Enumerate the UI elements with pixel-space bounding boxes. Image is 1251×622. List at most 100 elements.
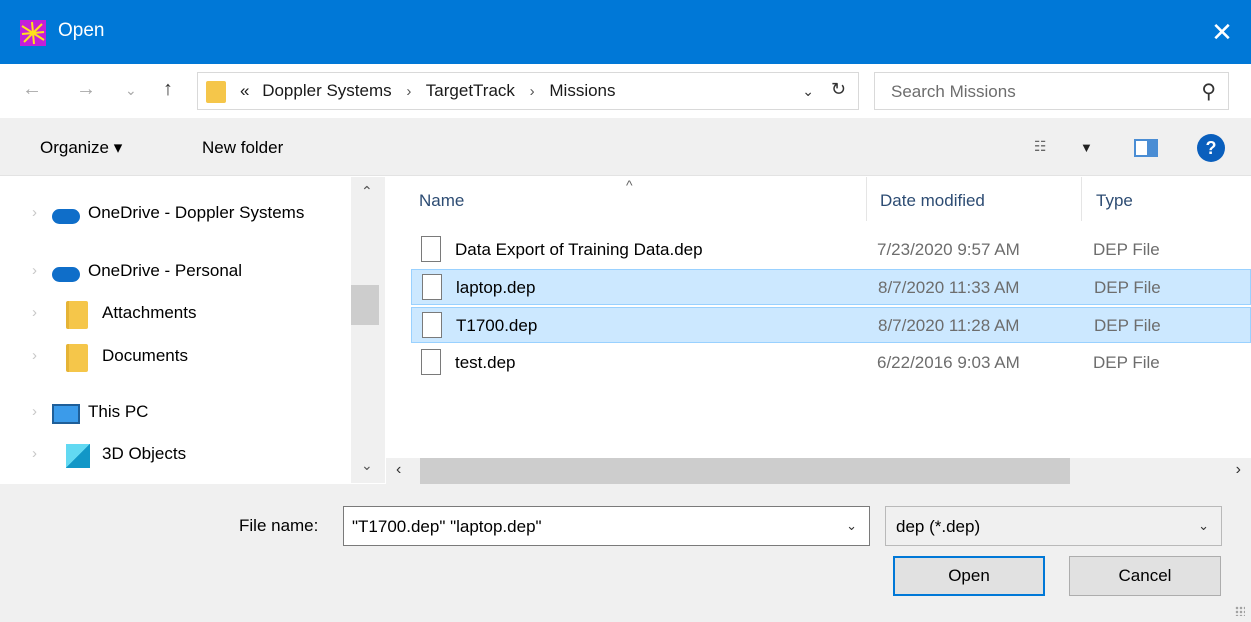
sidebar-item-label: 3D Objects	[102, 444, 187, 463]
chevron-down-icon[interactable]: ⌄	[846, 518, 857, 534]
file-row[interactable]: Data Export of Training Data.dep 7/23/20…	[411, 232, 1251, 268]
file-type: DEP File	[1093, 353, 1160, 372]
refresh-icon[interactable]: ↻	[831, 79, 846, 100]
recent-locations-icon[interactable]: ⌄	[125, 82, 137, 99]
address-row: ← → ⌄ ↑ « Doppler Systems › TargetTrack …	[0, 64, 1251, 118]
sort-ascending-icon: ^	[626, 177, 633, 193]
forward-icon[interactable]: →	[76, 78, 96, 101]
file-icon	[422, 312, 442, 338]
scrollbar-thumb[interactable]	[351, 285, 379, 325]
breadcrumb-separator[interactable]: ›	[406, 83, 411, 100]
sidebar-item-onedrive-doppler[interactable]: › OneDrive - Doppler Systems	[0, 193, 350, 233]
file-name-value: "T1700.dep" "laptop.dep"	[352, 517, 542, 536]
cancel-button[interactable]: Cancel	[1069, 556, 1221, 596]
scroll-left-icon[interactable]: ‹	[396, 461, 401, 479]
cloud-icon	[52, 209, 80, 224]
navigation-pane[interactable]: › OneDrive - Doppler Systems › OneDrive …	[0, 177, 385, 483]
chevron-right-icon[interactable]: ›	[32, 262, 37, 279]
file-row[interactable]: test.dep 6/22/2016 9:03 AM DEP File	[411, 345, 1251, 381]
app-icon	[20, 20, 46, 46]
view-dropdown-icon[interactable]: ▼	[1080, 140, 1093, 155]
address-dropdown-icon[interactable]: ⌄	[802, 83, 814, 100]
file-date: 7/23/2020 9:57 AM	[877, 240, 1020, 259]
file-name: T1700.dep	[456, 316, 538, 335]
scroll-up-icon[interactable]: ⌃	[361, 183, 373, 200]
file-icon	[422, 274, 442, 300]
address-bar[interactable]: « Doppler Systems › TargetTrack › Missio…	[197, 72, 859, 110]
breadcrumb-item[interactable]: TargetTrack	[426, 81, 515, 100]
breadcrumb-overflow[interactable]: «	[240, 81, 249, 100]
scrollbar-thumb[interactable]	[420, 458, 1070, 484]
sidebar-item-3d-objects[interactable]: › 3D Objects	[0, 434, 350, 474]
file-icon	[421, 236, 441, 262]
resize-grip-icon[interactable]	[1235, 606, 1245, 616]
sidebar-item-attachments[interactable]: › Attachments	[0, 293, 350, 333]
file-name: Data Export of Training Data.dep	[455, 240, 703, 259]
file-name-label: File name:	[239, 516, 319, 535]
sidebar-item-this-pc[interactable]: › This PC	[0, 392, 350, 432]
sidebar-item-label: This PC	[88, 402, 149, 421]
folder-icon	[66, 344, 88, 372]
folder-icon	[66, 301, 88, 329]
scroll-down-icon[interactable]: ⌄	[361, 457, 373, 474]
folder-icon	[206, 81, 226, 103]
sidebar-scrollbar[interactable]: ⌃ ⌄	[351, 177, 385, 483]
chevron-right-icon[interactable]: ›	[32, 204, 37, 221]
help-icon[interactable]: ?	[1197, 134, 1225, 162]
sidebar-item-onedrive-personal[interactable]: › OneDrive - Personal	[0, 251, 350, 291]
file-type: DEP File	[1094, 278, 1161, 297]
breadcrumb-item[interactable]: Missions	[549, 81, 615, 100]
view-options-icon[interactable]: ☷	[1034, 138, 1047, 155]
chevron-right-icon[interactable]: ›	[32, 403, 37, 420]
chevron-right-icon[interactable]: ›	[32, 347, 37, 364]
back-icon[interactable]: ←	[22, 78, 42, 101]
file-icon	[421, 349, 441, 375]
cube-icon	[66, 444, 90, 468]
new-folder-button[interactable]: New folder	[202, 138, 283, 158]
search-input[interactable]: Search Missions ⚲	[874, 72, 1229, 110]
column-divider[interactable]	[866, 177, 867, 221]
file-type: DEP File	[1094, 316, 1161, 335]
column-header-name[interactable]: Name	[419, 191, 464, 211]
file-date: 8/7/2020 11:33 AM	[878, 278, 1020, 297]
file-row-selected[interactable]: laptop.dep 8/7/2020 11:33 AM DEP File	[411, 269, 1251, 305]
close-icon[interactable]: ✕	[1193, 0, 1251, 64]
file-list-horizontal-scrollbar[interactable]: ‹ ›	[386, 458, 1251, 484]
preview-pane-icon[interactable]	[1134, 139, 1158, 157]
file-date: 8/7/2020 11:28 AM	[878, 316, 1020, 335]
up-icon[interactable]: ↑	[163, 78, 173, 101]
sidebar-item-label: Documents	[102, 346, 188, 365]
file-type: DEP File	[1093, 240, 1160, 259]
chevron-right-icon[interactable]: ›	[32, 304, 37, 321]
title-bar: Open ✕	[0, 0, 1251, 64]
column-divider[interactable]	[1081, 177, 1082, 221]
file-type-value: dep (*.dep)	[896, 517, 981, 536]
file-name-input[interactable]: "T1700.dep" "laptop.dep" ⌄	[343, 506, 870, 546]
file-type-select[interactable]: dep (*.dep) ⌄	[885, 506, 1222, 546]
chevron-right-icon[interactable]: ›	[32, 445, 37, 462]
open-button[interactable]: Open	[893, 556, 1045, 596]
file-name: test.dep	[455, 353, 516, 372]
column-header-date-modified[interactable]: Date modified	[880, 191, 985, 211]
search-placeholder: Search Missions	[891, 82, 1016, 101]
cloud-icon	[52, 267, 80, 282]
bottom-panel: File name: "T1700.dep" "laptop.dep" ⌄ de…	[0, 484, 1251, 622]
file-date: 6/22/2016 9:03 AM	[877, 353, 1020, 372]
breadcrumb: « Doppler Systems › TargetTrack › Missio…	[240, 81, 616, 101]
organize-button[interactable]: Organize ▾	[40, 138, 122, 158]
sidebar-item-label: Attachments	[102, 303, 197, 322]
file-name: laptop.dep	[456, 278, 536, 297]
search-icon[interactable]: ⚲	[1201, 79, 1216, 104]
chevron-down-icon[interactable]: ⌄	[1198, 518, 1209, 534]
monitor-icon	[52, 404, 80, 424]
breadcrumb-separator[interactable]: ›	[530, 83, 535, 100]
sidebar-item-label: OneDrive - Doppler Systems	[88, 203, 305, 222]
breadcrumb-item[interactable]: Doppler Systems	[262, 81, 391, 100]
toolbar: Organize ▾ New folder ☷ ▼ ?	[0, 118, 1251, 176]
file-row-selected[interactable]: T1700.dep 8/7/2020 11:28 AM DEP File	[411, 307, 1251, 343]
column-header-type[interactable]: Type	[1096, 191, 1133, 211]
file-list[interactable]: ^ Name Date modified Type Data Export of…	[386, 177, 1251, 457]
sidebar-item-documents[interactable]: › Documents	[0, 336, 350, 376]
sidebar-item-label: OneDrive - Personal	[88, 261, 243, 280]
scroll-right-icon[interactable]: ›	[1236, 461, 1241, 479]
